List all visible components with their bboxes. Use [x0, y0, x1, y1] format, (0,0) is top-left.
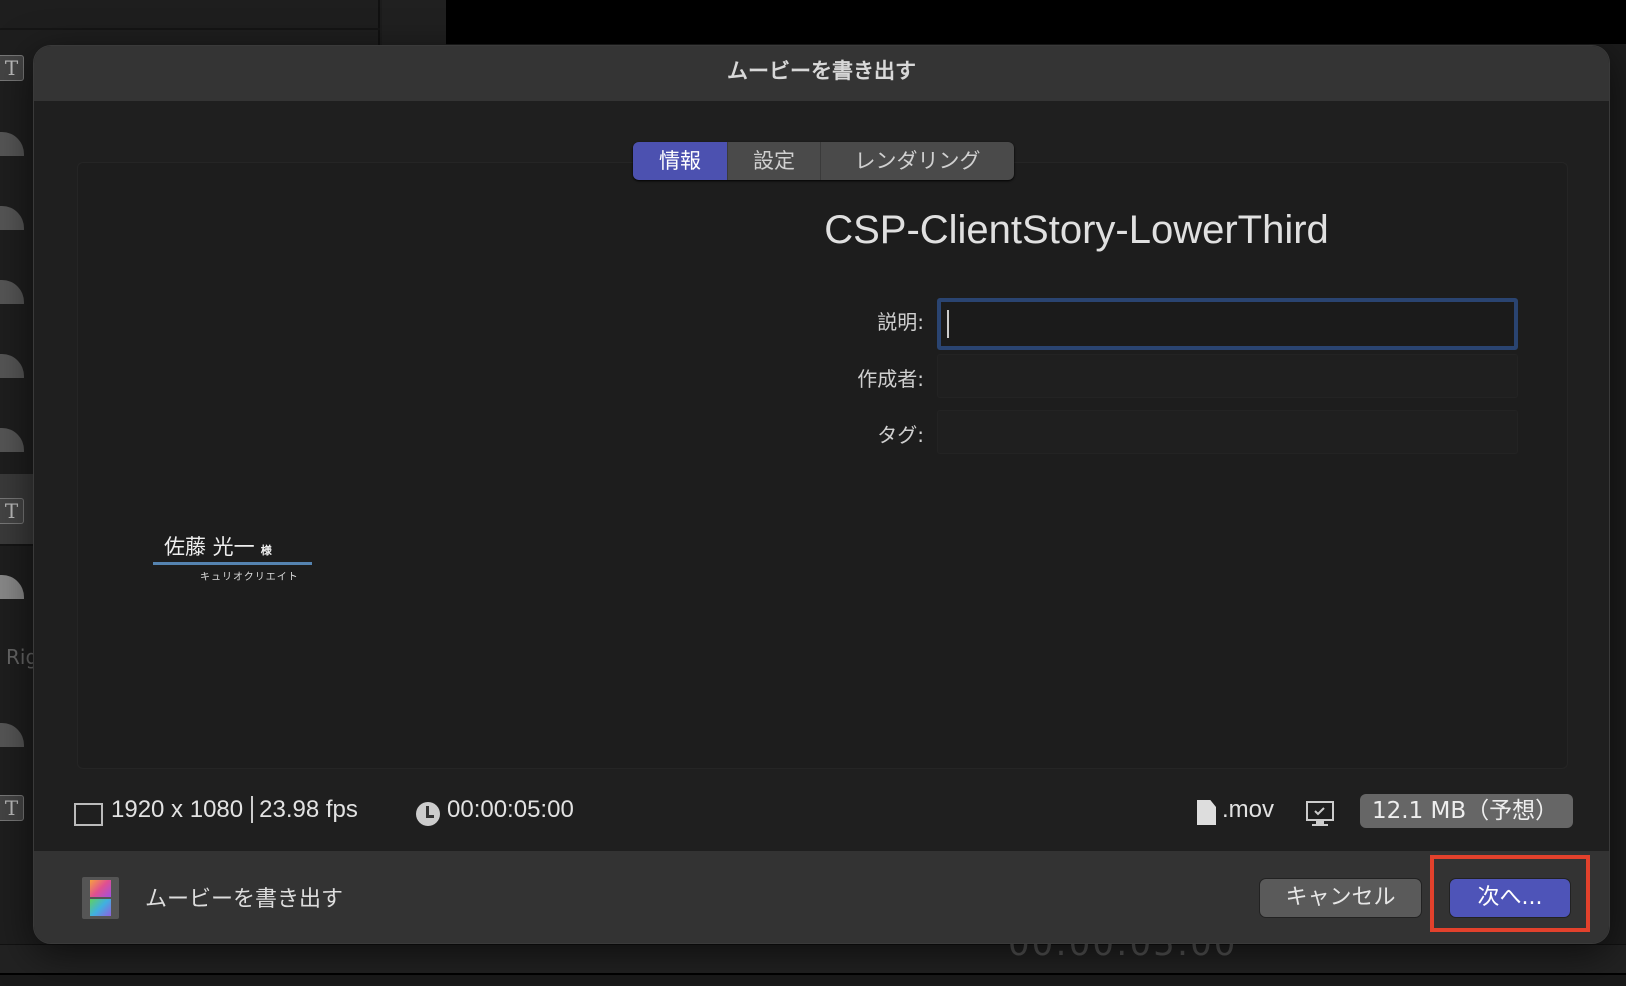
generator-thumb-icon [0, 723, 24, 747]
title-clip-icon: T [0, 498, 24, 524]
preview-lower-third: 佐藤 光一様 [164, 531, 272, 561]
document-icon [1197, 800, 1216, 825]
file-format: .mov [1222, 796, 1275, 823]
resolution: 1920 x 1080 [111, 796, 244, 823]
text-caret [947, 310, 949, 338]
author-field[interactable] [937, 354, 1518, 398]
preview-honorific: 様 [260, 544, 272, 557]
author-label: 作成者: [857, 367, 924, 391]
tags-field[interactable] [937, 410, 1518, 454]
generator-thumb-icon [0, 428, 24, 452]
highlight-annotation-box [1430, 855, 1590, 932]
dialog-title: ムービーを書き出す [34, 46, 1609, 101]
frame-rate: 23.98 fps [259, 796, 358, 823]
title-clip-icon: T [0, 795, 24, 821]
preview-underline [153, 562, 312, 565]
cancel-button[interactable]: キャンセル [1259, 878, 1422, 918]
monitor-check-icon [1306, 801, 1334, 826]
export-movie-dialog: ムービーを書き出す 情報 設定 レンダリング CSP-ClientStory-L… [33, 45, 1610, 944]
timeline-strip [0, 973, 1626, 986]
description-label: 説明: [877, 310, 924, 334]
tab-rendering[interactable]: レンダリング [821, 142, 1014, 180]
frame-size-icon [74, 803, 103, 826]
file-name: CSP-ClientStory-LowerThird [824, 208, 1329, 252]
generator-thumb-icon [0, 280, 24, 304]
description-field[interactable] [937, 298, 1518, 350]
generator-thumb-icon [0, 354, 24, 378]
tags-label: タグ: [877, 423, 924, 447]
viewer-background [446, 0, 1626, 44]
tab-settings[interactable]: 設定 [728, 142, 821, 180]
title-clip-icon: T [0, 55, 24, 81]
resolution-info: 1920 x 1080 23.98 fps [111, 796, 358, 824]
clock-icon [416, 802, 440, 826]
tab-info[interactable]: 情報 [633, 142, 728, 180]
generator-thumb-icon [0, 132, 24, 156]
preview-company: キュリオクリエイト [200, 572, 299, 583]
preview-name: 佐藤 光一 [164, 535, 255, 559]
info-panel [77, 162, 1568, 769]
generator-thumb-icon [0, 206, 24, 230]
dialog-footer: ムービーを書き出す キャンセル 次へ... [34, 851, 1609, 943]
sidebar-row [0, 0, 380, 30]
footer-label: ムービーを書き出す [145, 887, 344, 912]
generator-thumb-icon [0, 575, 24, 599]
estimated-size-badge: 12.1 MB（予想） [1360, 794, 1573, 828]
tab-bar: 情報 設定 レンダリング [633, 142, 1014, 180]
duration: 00:00:05:00 [447, 796, 574, 823]
film-strip-icon [82, 877, 119, 919]
